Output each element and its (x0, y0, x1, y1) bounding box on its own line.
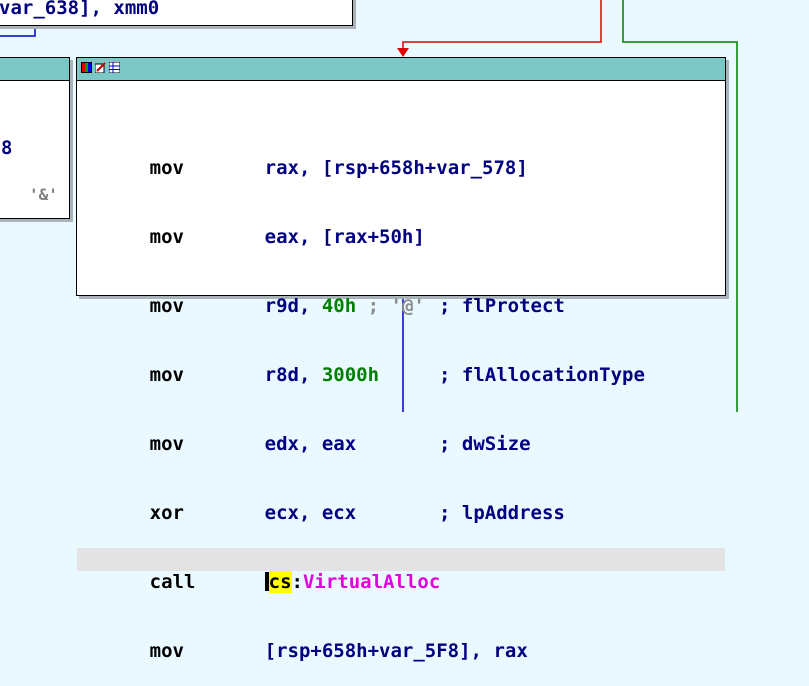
asm-mnemonic: xor (149, 502, 184, 524)
asm-operand: r9d, (264, 295, 311, 317)
left-graph-node[interactable]: 8 '&' (0, 57, 70, 219)
grid-icon[interactable] (109, 62, 120, 73)
asm-operand: r8d, (264, 364, 311, 386)
asm-comment: ; dwSize (439, 433, 531, 455)
left-node-fragment-1: 8 (1, 137, 13, 159)
asm-comment: ; flProtect (439, 295, 565, 317)
left-node-title-bar (0, 58, 69, 81)
asm-line[interactable]: mov r9d, 40h ; '@' ; flProtect (77, 272, 725, 317)
asm-line-selected[interactable]: call cs:VirtualAlloc (77, 548, 725, 593)
asm-segment: cs (268, 571, 292, 593)
asm-comment: ; flAllocationType (439, 364, 645, 386)
asm-operand: eax, (264, 226, 311, 248)
asm-operand: rax, (264, 157, 311, 179)
asm-mnemonic: mov (149, 433, 184, 455)
asm-mnemonic: mov (149, 364, 184, 386)
asm-line[interactable]: mov [rsp+658h+var_5F8], rax (77, 617, 725, 662)
red-edge-arrow (397, 48, 409, 57)
asm-operand: [rsp+658h+var_578] (321, 157, 528, 179)
top-node-code: var_638], xmm0 (0, 0, 160, 19)
asm-comment: ; lpAddress (439, 502, 565, 524)
asm-line[interactable]: mov edx, eax ; dwSize (77, 410, 725, 455)
disassembly-listing: mov rax, [rsp+658h+var_578] mov eax, [rax+… (77, 88, 725, 686)
asm-line[interactable]: mov r8d, 3000h ; flAllocationType (77, 341, 725, 386)
asm-operand: [rsp+658h+var_5F8], (264, 640, 482, 662)
graph-color-icon[interactable] (81, 62, 92, 73)
asm-operand: ecx (321, 502, 357, 524)
asm-auto-comment: ; '@' (356, 295, 425, 317)
asm-mnemonic: mov (149, 157, 184, 179)
asm-mnemonic: mov (149, 295, 184, 317)
main-node-title-bar[interactable] (77, 58, 725, 81)
asm-colon: : (291, 571, 303, 593)
asm-symbol[interactable]: VirtualAlloc (303, 571, 440, 593)
asm-line[interactable]: mov eax, [rax+50h] (77, 203, 725, 248)
asm-line[interactable]: xor ecx, ecx ; lpAddress (77, 479, 725, 524)
asm-immediate: 40h (321, 295, 357, 317)
top-graph-node[interactable]: var_638], xmm0 (0, 0, 353, 26)
left-node-fragment-2: '&' (29, 185, 58, 204)
asm-mnemonic: call (149, 571, 196, 593)
asm-operand: edx, (264, 433, 311, 455)
asm-mnemonic: mov (149, 226, 184, 248)
asm-operand: eax (321, 433, 357, 455)
edit-icon[interactable] (95, 62, 106, 73)
asm-operand: rax (493, 640, 528, 662)
asm-line[interactable]: mov rax, [rsp+658h+var_578] (77, 134, 725, 179)
asm-mnemonic: mov (149, 640, 184, 662)
asm-operand: [rax+50h] (321, 226, 425, 248)
asm-immediate: 3000h (321, 364, 380, 386)
asm-operand: ecx, (264, 502, 311, 524)
main-graph-node[interactable]: mov rax, [rsp+658h+var_578] mov eax, [rax+… (76, 57, 726, 662)
red-edge (402, 0, 602, 52)
